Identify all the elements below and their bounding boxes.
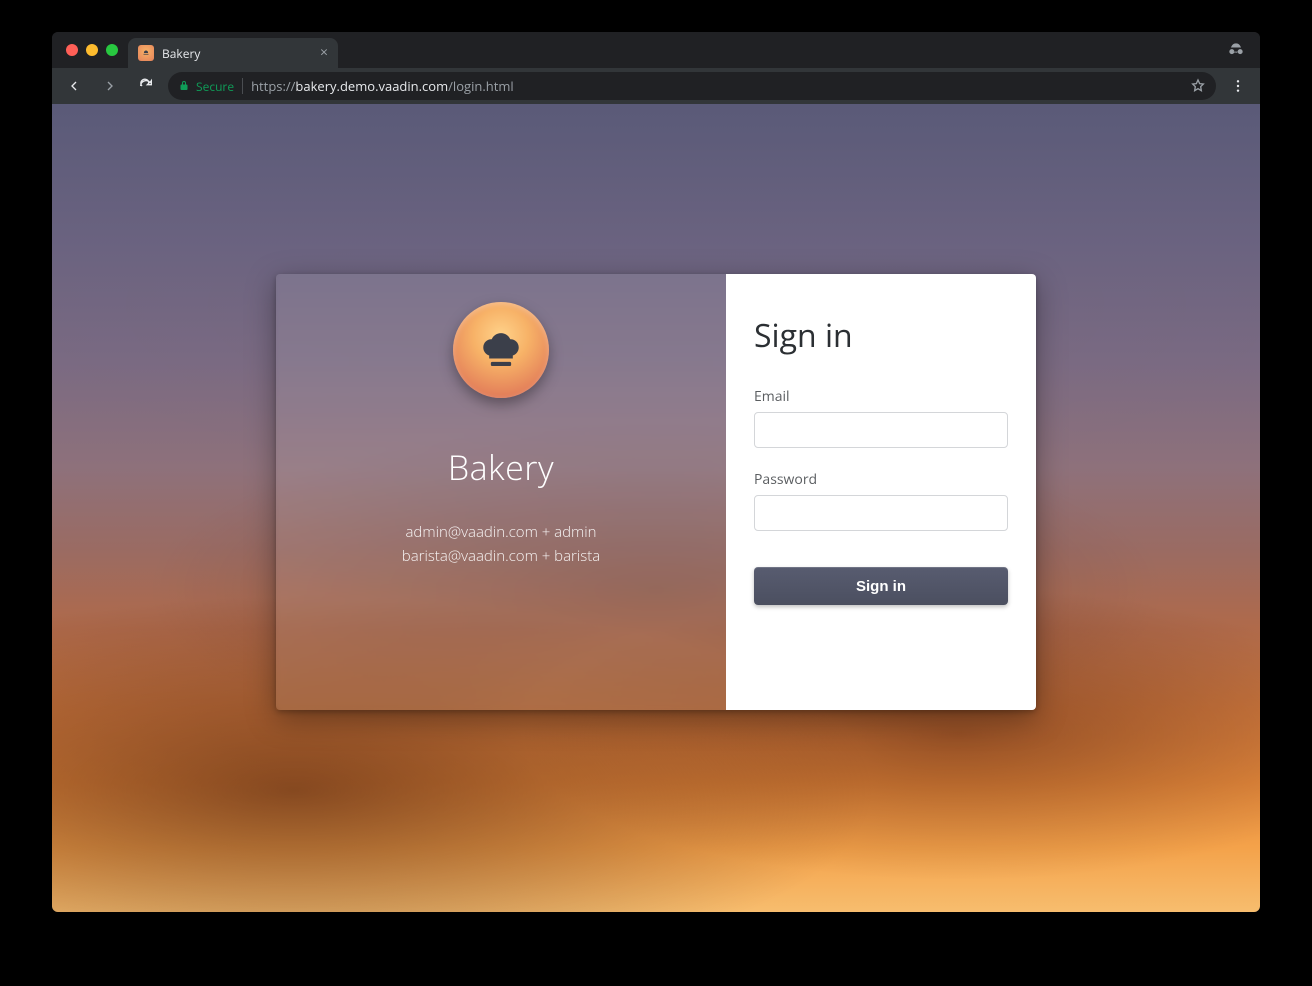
- info-pane: Bakery admin@vaadin.com + admin barista@…: [276, 274, 726, 710]
- demo-credentials-line-1: admin@vaadin.com + admin: [402, 520, 600, 544]
- window-controls: [60, 32, 128, 68]
- url-path: /login.html: [448, 77, 514, 95]
- app-logo: [453, 302, 549, 398]
- back-button[interactable]: [60, 72, 88, 100]
- secure-indicator: Secure: [178, 78, 234, 95]
- demo-credentials: admin@vaadin.com + admin barista@vaadin.…: [402, 520, 600, 568]
- reload-button[interactable]: [132, 72, 160, 100]
- password-label: Password: [754, 470, 1008, 489]
- email-input[interactable]: [754, 412, 1008, 448]
- address-bar[interactable]: Secure https://bakery.demo.vaadin.com/lo…: [168, 72, 1216, 100]
- window-zoom-button[interactable]: [106, 44, 118, 56]
- form-title: Sign in: [754, 314, 1008, 357]
- sign-in-button[interactable]: Sign in: [754, 567, 1008, 605]
- password-input[interactable]: [754, 495, 1008, 531]
- window-close-button[interactable]: [66, 44, 78, 56]
- omnibox-divider: [242, 78, 243, 94]
- form-pane: Sign in Email Password Sign in: [726, 274, 1036, 710]
- tab-title: Bakery: [162, 45, 312, 62]
- browser-tab[interactable]: Bakery ×: [128, 38, 338, 68]
- url-host: bakery.demo.vaadin.com: [295, 77, 448, 95]
- secure-label: Secure: [196, 78, 234, 95]
- tab-favicon: [138, 45, 154, 61]
- tab-close-button[interactable]: ×: [320, 46, 328, 60]
- bookmark-star-icon[interactable]: [1190, 78, 1206, 94]
- login-card: Bakery admin@vaadin.com + admin barista@…: [276, 274, 1036, 710]
- incognito-icon: [1226, 40, 1246, 60]
- forward-button[interactable]: [96, 72, 124, 100]
- email-label: Email: [754, 387, 1008, 406]
- chef-hat-icon: [474, 323, 528, 377]
- demo-credentials-line-2: barista@vaadin.com + barista: [402, 544, 600, 568]
- browser-menu-button[interactable]: [1224, 72, 1252, 100]
- app-name: Bakery: [448, 444, 554, 490]
- url-scheme: https://: [251, 77, 295, 95]
- tab-strip: Bakery ×: [52, 32, 1260, 68]
- email-field-group: Email: [754, 387, 1008, 448]
- browser-window: Bakery × Secure https://bakery.demo.vaad…: [52, 32, 1260, 912]
- page-viewport: Bakery admin@vaadin.com + admin barista@…: [52, 104, 1260, 912]
- browser-toolbar: Secure https://bakery.demo.vaadin.com/lo…: [52, 68, 1260, 104]
- password-field-group: Password: [754, 470, 1008, 531]
- url-text: https://bakery.demo.vaadin.com/login.htm…: [251, 77, 514, 95]
- window-minimize-button[interactable]: [86, 44, 98, 56]
- lock-icon: [178, 80, 190, 92]
